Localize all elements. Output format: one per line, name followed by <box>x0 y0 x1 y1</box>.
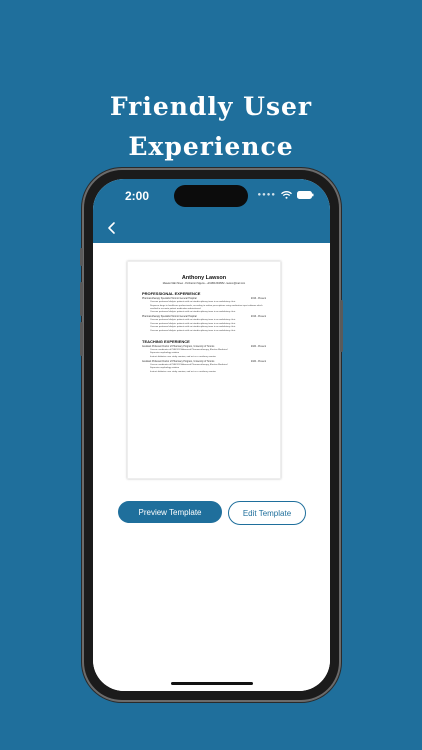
resume-job-title: Assistant Professor Doctor of Pharmacy P… <box>142 345 215 348</box>
resume-job-dates: 2016 - Present <box>250 298 266 300</box>
phone-screen: 2:00 ●●●● Anthony Lawson Maseko Mabi Str… <box>93 179 330 691</box>
resume-section-title: PROFESSIONAL EXPERIENCE <box>142 291 201 296</box>
phone-volume-down <box>80 322 83 356</box>
phone-power-button <box>340 300 343 352</box>
signal-icon: ●●●● <box>257 192 276 198</box>
phone-volume-up <box>80 282 83 316</box>
home-indicator[interactable] <box>171 682 253 685</box>
resume-job-title: Pharmacotherapy Specialist Toronto Gener… <box>142 298 197 300</box>
wifi-icon <box>281 191 292 199</box>
resume-job: Pharmacotherapy Specialist Toronto Gener… <box>128 316 280 333</box>
dynamic-island <box>174 185 248 207</box>
status-time: 2:00 <box>125 189 150 203</box>
resume-job-dates: 2020 - Present <box>250 345 266 348</box>
resume-preview: Anthony Lawson Maseko Mabi Street - Port… <box>127 261 281 479</box>
resume-job-title: Pharmacotherapy Specialist Toronto Gener… <box>142 316 197 318</box>
resume-bullet: Instruct diabetes case study seminar, an… <box>150 371 266 374</box>
resume-bullet: Oversee peritoneal dialysis patients wit… <box>150 311 266 314</box>
content-area: Anthony Lawson Maseko Mabi Street - Port… <box>93 243 330 691</box>
resume-bullet: Dispense drugs to healthcare professiona… <box>150 305 266 311</box>
resume-job: Assistant Professor Doctor of Pharmacy P… <box>128 361 280 374</box>
resume-bullet: Instruct diabetes case study seminar, an… <box>150 356 266 359</box>
resume-section: TEACHING EXPERIENCE Assistant Professor … <box>128 339 280 374</box>
headline-line-1: Friendly User <box>109 92 313 121</box>
resume-job-dates: 2016 - Present <box>250 316 266 318</box>
resume-section-title: TEACHING EXPERIENCE <box>142 338 190 344</box>
edit-template-button[interactable]: Edit Template <box>228 501 306 525</box>
navigation-bar <box>93 213 330 243</box>
phone-side-button <box>80 248 83 266</box>
back-chevron-icon[interactable] <box>105 221 119 235</box>
status-icons: ●●●● <box>258 191 315 199</box>
battery-icon <box>297 191 314 199</box>
resume-name: Anthony Lawson <box>181 275 227 281</box>
preview-template-button[interactable]: Preview Template <box>118 501 222 523</box>
resume-job: Assistant Professor Doctor of Pharmacy P… <box>128 346 280 359</box>
resume-job: Pharmacotherapy Specialist Toronto Gener… <box>128 298 280 314</box>
resume-section: PROFESSIONAL EXPERIENCE Pharmacotherapy … <box>128 291 280 333</box>
status-bar: 2:00 ●●●● <box>93 179 330 213</box>
phone-mockup: 2:00 ●●●● Anthony Lawson Maseko Mabi Str… <box>80 170 343 700</box>
resume-bullet: Oversee peritoneal dialysis patients wit… <box>150 330 266 333</box>
resume-job-dates: 2020 - Present <box>250 360 266 363</box>
resume-job-title: Assistant Professor Doctor of Pharmacy P… <box>142 360 215 363</box>
resume-contact: Maseko Mabi Street - Portharcort Nigeria… <box>162 283 246 285</box>
headline-line-2: Experience <box>128 132 294 161</box>
